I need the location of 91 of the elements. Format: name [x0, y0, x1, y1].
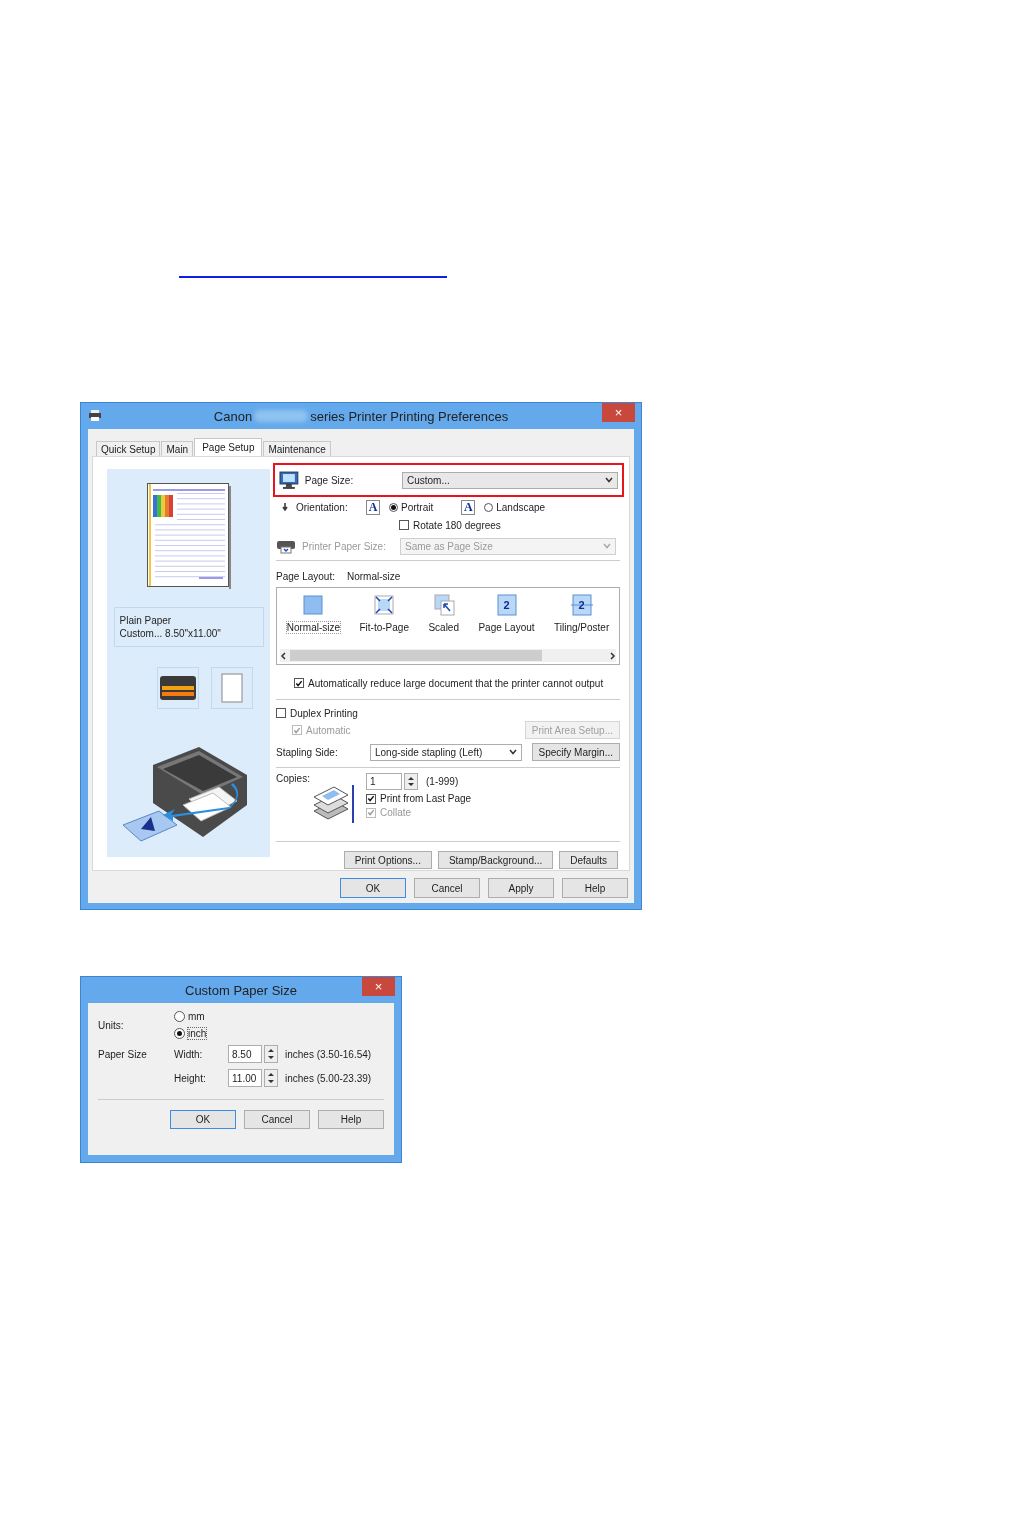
radio-button[interactable] [484, 502, 494, 512]
tab[interactable]: Quick Setup [96, 441, 161, 456]
paper-tray-icon [160, 676, 196, 700]
copies-field[interactable]: 1 [366, 773, 402, 790]
field-label: Page Layout: [276, 570, 335, 582]
orientation-icon: A [461, 499, 476, 515]
arrow-down-icon [282, 503, 288, 511]
range-text: inches (3.50-16.54) [285, 1048, 372, 1060]
layout-option[interactable]: Fit-to-Page [357, 593, 411, 649]
orientation-icon: A [366, 499, 380, 515]
checkbox-label: Print from Last Page [380, 793, 472, 804]
option-button[interactable]: Print Options... [343, 851, 432, 869]
layout-option[interactable]: Normal-size [284, 593, 343, 649]
spin-button[interactable] [264, 1069, 278, 1087]
radio-button[interactable] [174, 1028, 185, 1039]
printer-icon [276, 538, 296, 554]
field-label: Height: [174, 1072, 207, 1084]
paper-size-text: Custom... 8.50"x11.00" [119, 627, 222, 640]
dialog-button[interactable]: Cancel [414, 878, 480, 898]
dialog-button[interactable]: Apply [488, 878, 554, 898]
radio-label: Portrait [401, 501, 434, 513]
option-button[interactable]: Defaults [559, 851, 618, 869]
monitor-icon [279, 471, 299, 489]
checkbox-label: Automatic [306, 724, 351, 736]
number-field[interactable]: 8.50 [228, 1045, 262, 1063]
radio-label: inch [188, 1028, 207, 1039]
paper-sheet-icon [221, 673, 243, 703]
scrollbar[interactable] [280, 649, 616, 662]
radio-button[interactable] [389, 502, 398, 512]
chevron-down-icon [605, 477, 613, 483]
checkbox[interactable] [276, 708, 286, 718]
dropdown-value: Long-side stapling (Left) [375, 746, 483, 758]
chevron-down-icon [509, 749, 517, 755]
stapling-side-dropdown[interactable]: Long-side stapling (Left) [370, 743, 522, 761]
dialog-button[interactable]: Help [318, 1110, 384, 1129]
window-title: Custom Paper Size [185, 982, 297, 998]
field-value: Normal-size [346, 570, 401, 582]
field-label: Width: [174, 1048, 204, 1060]
page-size-dropdown[interactable]: Custom... [401, 471, 618, 489]
blurred-text-block [254, 410, 309, 422]
checkbox[interactable] [399, 520, 409, 530]
printer-icon [89, 410, 101, 421]
window-title: Canon [213, 408, 253, 424]
field-label: Stapling Side: [276, 746, 339, 758]
paper-stack-icon [313, 785, 354, 823]
field-label: Paper Size [98, 1048, 148, 1060]
dropdown-value: Same as Page Size [405, 540, 493, 552]
scaled-page-icon [432, 594, 455, 616]
chevron-left-icon [280, 651, 286, 660]
field-label: Copies: [276, 773, 311, 786]
tiled-page-icon: 2 [570, 594, 593, 616]
checkbox[interactable] [294, 678, 304, 688]
checkbox-label: Duplex Printing [290, 707, 358, 719]
fit-page-icon [373, 594, 396, 616]
tab[interactable]: Maintenance [263, 441, 331, 456]
range-text: inches (5.00-23.39) [285, 1072, 372, 1084]
range-text: (1-999) [426, 776, 459, 787]
spin-button[interactable] [264, 1045, 278, 1063]
tab[interactable]: Main [161, 441, 194, 456]
spin-button[interactable] [404, 773, 418, 790]
tab[interactable]: Page Setup [194, 438, 263, 456]
dialog-button[interactable]: OK [340, 878, 406, 898]
close-button[interactable]: × [602, 403, 635, 422]
numbered-page-icon: 2 [495, 594, 518, 616]
blank-page-icon [302, 594, 325, 616]
window-title: series Printer Printing Preferences [310, 408, 509, 424]
option-button[interactable]: Stamp/Background... [437, 851, 554, 869]
dialog-button[interactable]: OK [170, 1110, 236, 1129]
chevron-right-icon [610, 651, 616, 660]
layout-option[interactable]: 2 Page Layout [476, 593, 537, 649]
field-label: Units: [98, 1019, 125, 1031]
checkbox[interactable] [366, 793, 376, 804]
field-label: Orientation: [296, 501, 349, 513]
radio-button[interactable] [174, 1011, 185, 1022]
field-label: Page Size: [304, 474, 355, 486]
number-field[interactable]: 11.00 [228, 1069, 262, 1087]
radio-label: Landscape [496, 501, 546, 513]
layout-option[interactable]: Scaled [426, 593, 461, 649]
dropdown-value: Custom... [406, 474, 450, 486]
close-button[interactable]: × [362, 977, 395, 996]
field-label: Printer Paper Size: [302, 540, 387, 552]
dialog-button[interactable]: Help [562, 878, 628, 898]
specify-margin-button[interactable]: Specify Margin... [531, 743, 620, 761]
layout-option[interactable]: 2 Tiling/Poster [552, 593, 612, 649]
media-type-text: Plain Paper [119, 614, 173, 627]
chevron-down-icon [603, 543, 611, 549]
checkbox-label: Rotate 180 degrees [413, 519, 501, 531]
dialog-button[interactable]: Cancel [244, 1110, 310, 1129]
checkbox-label: Collate [380, 807, 412, 818]
radio-label: mm [188, 1011, 205, 1022]
checkbox-label: Automatically reduce large document that the printer cannot output [308, 677, 604, 689]
